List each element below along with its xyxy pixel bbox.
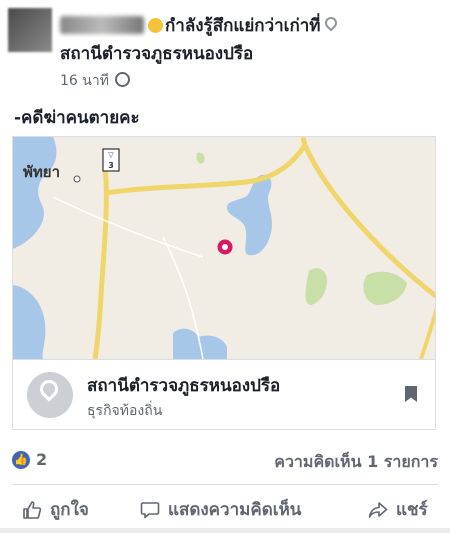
like-icon bbox=[23, 500, 42, 519]
map-marker-center bbox=[222, 244, 228, 250]
road-stub bbox=[300, 137, 308, 146]
share-label: แชร์ bbox=[396, 500, 428, 520]
feeling-text: กำลังรู้สึกแย่กว่าเก่าที่ bbox=[165, 16, 321, 36]
checkin-location-link[interactable]: สถานีตำรวจภูธรหนองปรือ bbox=[60, 40, 253, 67]
place-card[interactable]: พัทยา ▽ 3 สถานีตำรวจภูธรหนองปรือ ธุรกิจท… bbox=[12, 136, 436, 430]
post-text: -คดีฆ่าคนตายคะ bbox=[14, 108, 140, 128]
highway-shield-emblem: ▽ bbox=[108, 151, 114, 159]
reaction-count: 2 bbox=[36, 450, 48, 469]
place-card-footer[interactable]: สถานีตำรวจภูธรหนองปรือ ธุรกิจท้องถิ่น bbox=[13, 359, 435, 429]
comment-count[interactable]: ความคิดเห็น 1 รายการ bbox=[274, 450, 438, 475]
location-pin-icon bbox=[322, 14, 340, 32]
comment-icon bbox=[140, 501, 160, 518]
highway-number: 3 bbox=[108, 161, 114, 170]
sad-face-icon bbox=[148, 18, 163, 33]
place-title[interactable]: สถานีตำรวจภูธรหนองปรือ bbox=[87, 372, 280, 399]
like-button[interactable]: ถูกใจ bbox=[22, 496, 89, 523]
comment-label: แสดงความคิดเห็น bbox=[168, 500, 302, 520]
reaction-summary[interactable]: 👍 2 bbox=[12, 450, 47, 469]
bottom-separator bbox=[0, 528, 450, 533]
map-pin-icon bbox=[36, 376, 62, 402]
city-label: พัทยา bbox=[23, 163, 60, 181]
map-graphic: พัทยา ▽ 3 bbox=[13, 137, 435, 360]
globe-icon bbox=[114, 72, 130, 87]
place-icon bbox=[27, 372, 73, 418]
divider bbox=[12, 484, 438, 485]
author-name-redacted[interactable] bbox=[60, 16, 144, 34]
bookmark-icon[interactable] bbox=[405, 386, 417, 402]
comment-button[interactable]: แสดงความคิดเห็น bbox=[140, 496, 301, 523]
map-preview[interactable]: พัทยา ▽ 3 bbox=[13, 137, 435, 360]
post-meta: 16 นาที bbox=[60, 70, 130, 92]
share-button[interactable]: แชร์ bbox=[368, 496, 428, 523]
city-dot bbox=[73, 175, 81, 183]
like-label: ถูกใจ bbox=[50, 500, 89, 520]
action-bar: ถูกใจ แสดงความคิดเห็น แชร์ bbox=[0, 490, 450, 530]
place-category: ธุรกิจท้องถิ่น bbox=[87, 403, 163, 419]
feeling-line: กำลังรู้สึกแย่กว่าเก่าที่ bbox=[148, 12, 340, 39]
avatar[interactable] bbox=[8, 8, 52, 52]
thumbs-up-icon: 👍 bbox=[12, 450, 30, 469]
post-time[interactable]: 16 นาที bbox=[60, 73, 109, 89]
share-icon bbox=[368, 501, 388, 518]
